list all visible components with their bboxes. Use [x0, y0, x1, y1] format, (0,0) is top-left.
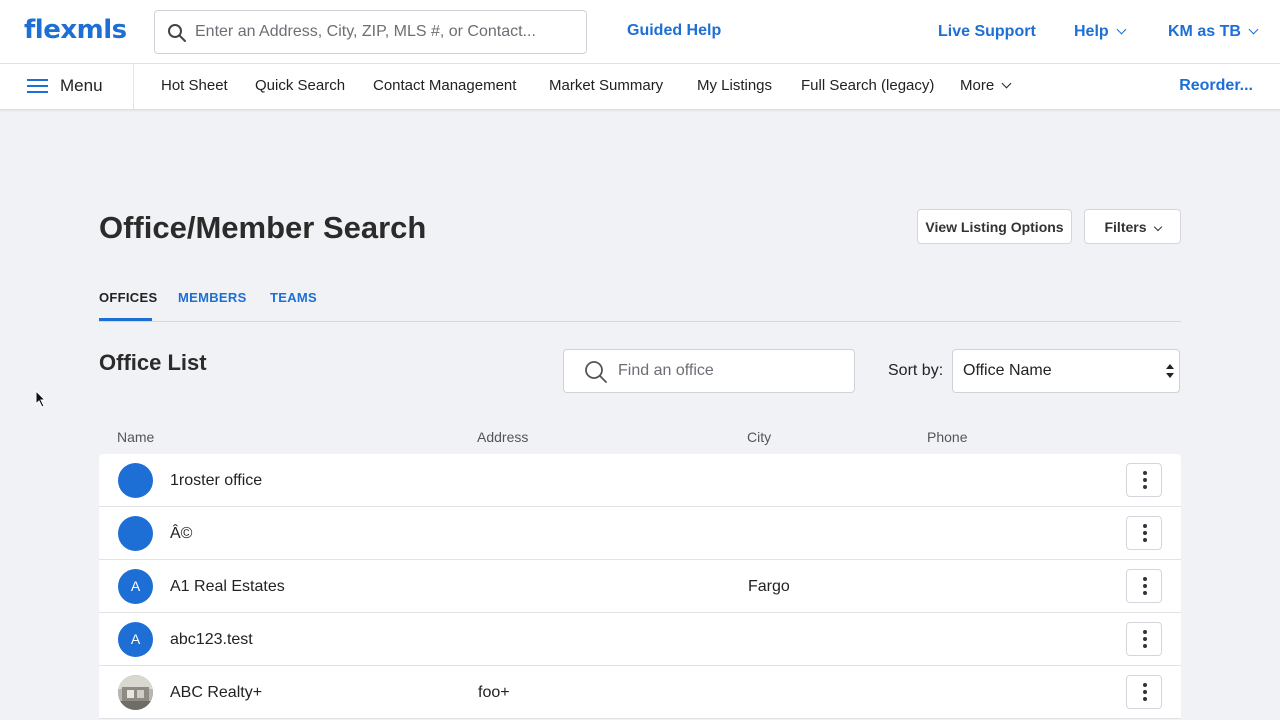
- user-menu[interactable]: KM as TB: [1168, 23, 1259, 41]
- table-row[interactable]: A abc123.test: [99, 613, 1181, 666]
- find-office-input[interactable]: [618, 350, 848, 392]
- menu-button[interactable]: Menu: [0, 64, 134, 109]
- office-address: foo+: [478, 684, 510, 701]
- office-name[interactable]: ABC Realty+: [170, 684, 262, 702]
- find-office-box[interactable]: [563, 349, 855, 393]
- global-search-box[interactable]: [154, 10, 587, 54]
- chevron-down-icon: [1001, 78, 1012, 89]
- tab-offices[interactable]: OFFICES: [99, 290, 157, 305]
- global-search-input[interactable]: [195, 11, 580, 53]
- help-menu-label: Help: [1074, 23, 1109, 40]
- main-nav-bar: Menu Hot Sheet Quick Search Contact Mana…: [0, 64, 1280, 110]
- sort-by-select[interactable]: Office Name: [952, 349, 1180, 393]
- page-title: Office/Member Search: [99, 210, 427, 245]
- chevron-down-icon: [1116, 24, 1127, 35]
- tabs-divider: [99, 321, 1181, 322]
- search-icon: [585, 361, 607, 383]
- filters-button-label: Filters: [1104, 219, 1147, 235]
- column-header-address[interactable]: Address: [477, 429, 528, 445]
- column-header-name[interactable]: Name: [117, 429, 154, 445]
- chevron-down-icon: [1153, 222, 1162, 232]
- office-city: Fargo: [748, 578, 790, 595]
- office-name[interactable]: Â©: [170, 525, 192, 543]
- nav-item-full-search[interactable]: Full Search (legacy): [801, 77, 934, 94]
- search-icon: [168, 24, 186, 42]
- avatar: A: [118, 569, 153, 604]
- row-actions-button[interactable]: [1126, 463, 1162, 497]
- mouse-cursor-icon: [35, 390, 47, 408]
- nav-item-hot-sheet[interactable]: Hot Sheet: [161, 77, 228, 94]
- column-header-city[interactable]: City: [747, 429, 771, 445]
- reorder-link[interactable]: Reorder...: [1179, 77, 1253, 95]
- top-bar: flexmls Guided Help Live Support Help KM…: [0, 0, 1280, 64]
- nav-item-quick-search[interactable]: Quick Search: [255, 77, 345, 94]
- office-name[interactable]: A1 Real Estates: [170, 578, 285, 596]
- view-listing-options-button[interactable]: View Listing Options: [917, 209, 1072, 244]
- filters-button[interactable]: Filters: [1084, 209, 1181, 244]
- avatar: [118, 516, 153, 551]
- office-name[interactable]: 1roster office: [170, 472, 262, 490]
- select-arrows-icon: [1166, 364, 1174, 378]
- nav-item-more[interactable]: More: [960, 77, 1012, 94]
- guided-help-link[interactable]: Guided Help: [627, 22, 721, 40]
- office-photo-image: [118, 675, 153, 710]
- tab-teams[interactable]: TEAMS: [270, 290, 317, 305]
- nav-item-more-label: More: [960, 77, 995, 94]
- tab-members[interactable]: MEMBERS: [178, 290, 247, 305]
- row-actions-button[interactable]: [1126, 569, 1162, 603]
- office-name[interactable]: abc123.test: [170, 631, 253, 649]
- sort-by-value: Office Name: [963, 362, 1052, 379]
- office-list-title: Office List: [99, 350, 207, 375]
- nav-item-market-summary[interactable]: Market Summary: [549, 77, 663, 94]
- flexmls-logo[interactable]: flexmls: [24, 15, 127, 45]
- nav-item-contact-management[interactable]: Contact Management: [373, 77, 516, 94]
- sort-by-label: Sort by:: [888, 362, 944, 379]
- row-actions-button[interactable]: [1126, 675, 1162, 709]
- avatar: A: [118, 622, 153, 657]
- chevron-down-icon: [1248, 24, 1259, 35]
- column-header-phone[interactable]: Phone: [927, 429, 967, 445]
- table-row[interactable]: Â©: [99, 507, 1181, 560]
- help-menu[interactable]: Help: [1074, 23, 1127, 41]
- user-menu-label: KM as TB: [1168, 23, 1241, 40]
- table-row[interactable]: ABC Realty+ foo+: [99, 666, 1181, 719]
- avatar: [118, 463, 153, 498]
- menu-label: Menu: [60, 76, 103, 95]
- row-actions-button[interactable]: [1126, 516, 1162, 550]
- hamburger-icon: [27, 79, 48, 93]
- table-row[interactable]: A A1 Real Estates Fargo: [99, 560, 1181, 613]
- nav-item-my-listings[interactable]: My Listings: [697, 77, 772, 94]
- table-row[interactable]: 1roster office: [99, 454, 1181, 507]
- row-actions-button[interactable]: [1126, 622, 1162, 656]
- office-photo-avatar: [118, 675, 153, 710]
- live-support-link[interactable]: Live Support: [938, 23, 1036, 41]
